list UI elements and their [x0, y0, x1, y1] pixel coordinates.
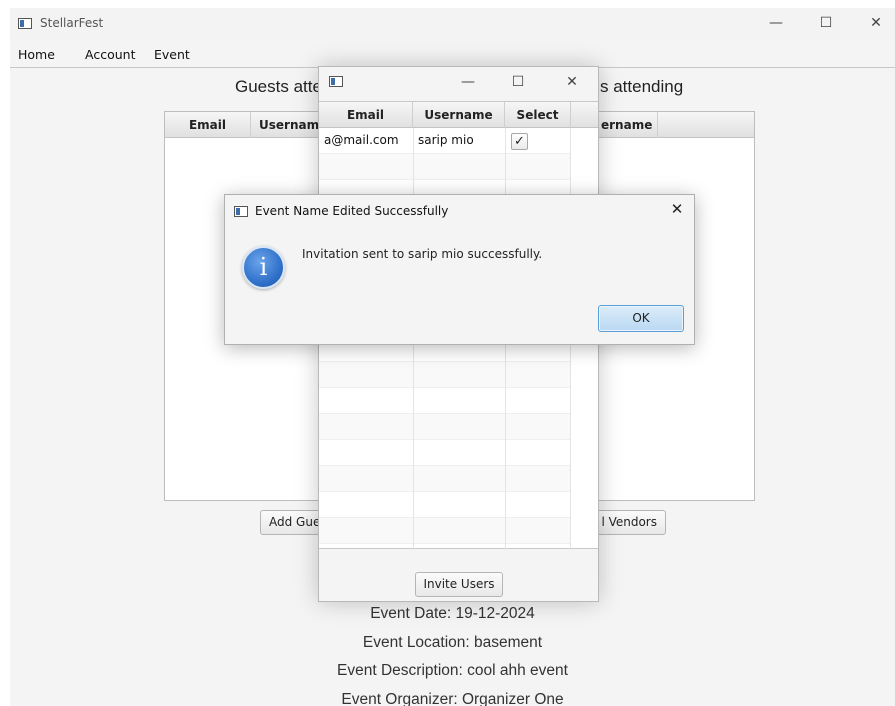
- users-table-header: Email Username Select: [319, 102, 598, 128]
- vendors-heading: s attending: [600, 77, 684, 96]
- window-title: StellarFest: [40, 16, 104, 30]
- invite-maximize-button[interactable]: ☐: [495, 67, 541, 99]
- menu-bar: Home Account Event: [10, 40, 895, 68]
- table-row: [319, 414, 570, 440]
- dialog-title: Event Name Edited Successfully: [255, 204, 449, 218]
- dialog-app-icon: [234, 206, 248, 217]
- vendors-table-header: ername: [586, 112, 754, 138]
- info-icon: i: [242, 246, 285, 289]
- row-email: a@mail.com: [324, 133, 399, 147]
- column-username[interactable]: Usernam: [251, 112, 320, 138]
- close-button[interactable]: ✕: [853, 8, 895, 40]
- table-row: [319, 492, 570, 518]
- event-organizer: Event Organizer: Organizer One: [341, 691, 564, 706]
- add-vendors-button[interactable]: l Vendors: [596, 510, 666, 535]
- title-bar: StellarFest — ☐ ✕: [10, 8, 895, 40]
- invite-title-bar: — ☐ ✕: [319, 67, 598, 99]
- menu-account[interactable]: Account: [85, 47, 135, 62]
- invite-users-button[interactable]: Invite Users: [415, 572, 503, 597]
- column-email[interactable]: Email: [319, 102, 413, 128]
- dialog-close-button[interactable]: ✕: [665, 200, 689, 218]
- event-location: Event Location: basement: [362, 634, 543, 651]
- success-dialog: Event Name Edited Successfully ✕ i Invit…: [224, 194, 695, 345]
- event-date: Event Date: 19-12-2024: [370, 605, 535, 622]
- table-row[interactable]: a@mail.com sarip mio ✓: [319, 128, 570, 154]
- minimize-button[interactable]: —: [753, 8, 799, 40]
- maximize-button[interactable]: ☐: [803, 8, 849, 40]
- table-row: [319, 362, 570, 388]
- menu-event[interactable]: Event: [154, 47, 190, 62]
- guests-heading: Guests atte: [235, 77, 322, 96]
- table-row: [319, 388, 570, 414]
- menu-home[interactable]: Home: [18, 47, 55, 62]
- column-email[interactable]: Email: [165, 112, 251, 138]
- invite-minimize-button[interactable]: —: [445, 67, 491, 99]
- app-icon: [18, 18, 32, 29]
- event-description: Event Description: cool ahh event: [337, 662, 568, 679]
- column-username[interactable]: Username: [413, 102, 505, 128]
- guests-table-header: Email Usernam: [165, 112, 320, 138]
- row-username: sarip mio: [418, 133, 474, 147]
- ok-button[interactable]: OK: [598, 305, 684, 332]
- dialog-message: Invitation sent to sarip mio successfull…: [302, 247, 543, 261]
- table-row: [319, 440, 570, 466]
- table-row: [319, 154, 570, 180]
- invite-close-button[interactable]: ✕: [549, 67, 595, 99]
- table-row: [319, 466, 570, 492]
- column-select[interactable]: Select: [505, 102, 571, 128]
- table-row: [319, 518, 570, 544]
- invite-app-icon: [329, 76, 343, 87]
- select-checkbox[interactable]: ✓: [511, 133, 528, 150]
